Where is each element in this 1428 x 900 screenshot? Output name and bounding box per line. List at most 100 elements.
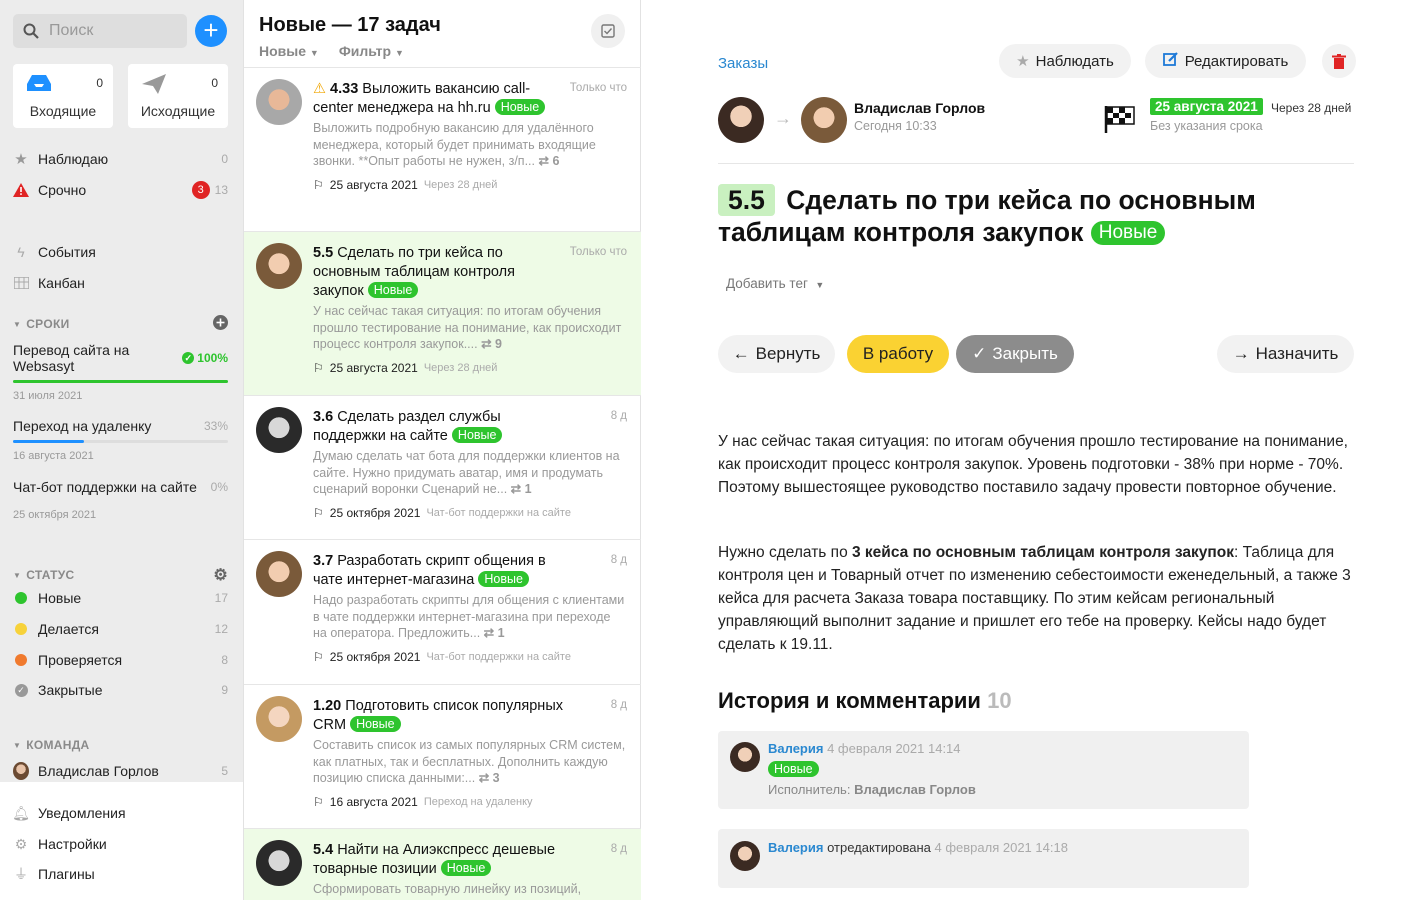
project-progress bbox=[13, 380, 228, 383]
assigned-time: Сегодня 10:33 bbox=[854, 119, 937, 133]
task-due-date: 25 августа 2021 bbox=[329, 360, 418, 375]
project-item[interactable]: Чат-бот поддержки на сайте 0% 25 октября … bbox=[13, 479, 228, 521]
add-circle-icon[interactable] bbox=[213, 315, 228, 333]
due-in: Через 28 дней bbox=[1271, 101, 1352, 115]
chevron-down-icon: ▼ bbox=[394, 48, 404, 58]
checkbox-icon bbox=[601, 24, 615, 38]
task-title: 5.4 Найти на Алиэкспресс дешевые товарны… bbox=[313, 841, 627, 879]
select-all-button[interactable] bbox=[591, 14, 625, 48]
add-task-button[interactable]: + bbox=[195, 15, 227, 47]
finish-flag-icon bbox=[1104, 104, 1136, 139]
task-number: 5.4 bbox=[313, 842, 334, 858]
status-item-doing[interactable]: Делается 12 bbox=[13, 618, 228, 640]
task-description-text: Сформировать товарную линейку из позиций… bbox=[313, 882, 582, 896]
status-label: Проверяется bbox=[38, 652, 123, 668]
team-header[interactable]: ▼ КОМАНДА bbox=[13, 738, 228, 752]
delete-button[interactable] bbox=[1322, 44, 1356, 78]
assignee-name[interactable]: Владислав Горлов bbox=[854, 100, 985, 116]
inbox-box[interactable]: 0 Входящие bbox=[13, 64, 113, 128]
collapse-triangle-icon: ▼ bbox=[13, 319, 22, 329]
collapse-triangle-icon: ▼ bbox=[13, 570, 22, 580]
assign-button[interactable]: → Назначить bbox=[1217, 335, 1354, 373]
task-item[interactable]: 8 д 3.7 Разработать скрипт общения в чате… bbox=[244, 539, 641, 684]
avatar bbox=[256, 551, 302, 597]
search-icon bbox=[23, 23, 39, 39]
breadcrumb[interactable]: Заказы bbox=[718, 55, 768, 72]
task-item[interactable]: Только что 5.5 Сделать по три кейса по ос… bbox=[244, 231, 641, 395]
sidebar-item-urgent[interactable]: Срочно 3 13 bbox=[13, 179, 228, 201]
task-time: Только что bbox=[569, 82, 627, 94]
task-description: Сформировать товарную линейку из позиций… bbox=[313, 881, 627, 898]
watch-button[interactable]: ★ Наблюдать bbox=[999, 44, 1131, 78]
add-tag-dropdown[interactable]: Добавить тег ▼ bbox=[726, 276, 824, 291]
status-item-new[interactable]: Новые 17 bbox=[13, 587, 228, 609]
warning-icon bbox=[13, 183, 29, 197]
deadlines-header[interactable]: ▼ СРОКИ bbox=[13, 315, 228, 333]
project-date: 25 октября 2021 bbox=[13, 509, 97, 521]
history-title-text: История и комментарии bbox=[718, 688, 981, 713]
assign-label: Назначить bbox=[1255, 344, 1339, 363]
sidebar-item-settings[interactable]: ⚙ Настройки bbox=[13, 833, 228, 855]
sidebar-item-watch[interactable]: ★ Наблюдаю 0 bbox=[13, 148, 228, 170]
sidebar-item-plugins[interactable]: ⏚ Плагины bbox=[13, 863, 228, 885]
task-item[interactable]: Только что ⚠ 4.33 Выложить вакансию call-… bbox=[244, 67, 641, 231]
task-number: 4.33 bbox=[330, 81, 359, 97]
comment-author[interactable]: Валерия bbox=[768, 741, 823, 756]
close-button[interactable]: ✓ Закрыть bbox=[956, 335, 1074, 373]
task-description: У нас сейчас такая ситуация: по итогам о… bbox=[313, 303, 627, 353]
comment: Валерия отредактирована 4 февраля 2021 1… bbox=[718, 829, 1249, 888]
due-date-badge[interactable]: 25 августа 2021 bbox=[1150, 98, 1263, 115]
edit-button[interactable]: Редактировать bbox=[1145, 44, 1306, 78]
inbox-icon bbox=[27, 75, 51, 91]
start-work-button[interactable]: В работу bbox=[847, 335, 949, 373]
urgent-badge: 3 bbox=[191, 181, 210, 199]
star-icon: ★ bbox=[14, 151, 28, 168]
kanban-icon bbox=[13, 277, 29, 289]
comment-field-label: Исполнитель: bbox=[768, 782, 851, 797]
task-title: 3.7 Разработать скрипт общения в чате ин… bbox=[313, 552, 627, 590]
sidebar: Поиск + 0 Входящие 0 Исходящие ★ Наблюда… bbox=[0, 0, 243, 900]
comment-time: 4 февраля 2021 14:14 bbox=[827, 741, 961, 756]
gear-icon[interactable]: ⚙ bbox=[213, 565, 228, 585]
task-item[interactable]: 8 д 1.20 Подготовить список популярных CR… bbox=[244, 684, 641, 828]
sidebar-item-notifications[interactable]: 🔔︎ Уведомления bbox=[12, 802, 228, 824]
sidebar-item-events[interactable]: ϟ События bbox=[13, 241, 228, 263]
status-filter[interactable]: Новые ▼ bbox=[259, 43, 319, 59]
gear-icon: ⚙ bbox=[14, 835, 28, 852]
filter-dropdown[interactable]: Фильтр ▼ bbox=[339, 43, 404, 59]
task-due-date: 16 августа 2021 bbox=[329, 794, 418, 809]
flag-icon: ⚐ bbox=[313, 360, 324, 375]
team-member[interactable]: Владислав Горлов 5 bbox=[13, 760, 228, 782]
task-item[interactable]: 8 д 3.6 Сделать раздел службы поддержки н… bbox=[244, 395, 641, 539]
status-item-closed[interactable]: ✓ Закрытые 9 bbox=[13, 679, 228, 701]
edit-icon bbox=[1162, 51, 1179, 71]
urgent-label: Срочно bbox=[38, 182, 87, 198]
task-footer: ⚐ 16 августа 2021 Переход на удаленку bbox=[313, 795, 627, 809]
status-header[interactable]: ▼ СТАТУС ⚙ bbox=[13, 565, 228, 585]
comment-time: 4 февраля 2021 14:18 bbox=[934, 840, 1068, 855]
lightning-icon: ϟ bbox=[17, 244, 25, 260]
return-button[interactable]: ← Вернуть bbox=[718, 335, 835, 373]
sidebar-item-kanban[interactable]: Канбан bbox=[13, 272, 228, 294]
task-title: 5.5 Сделать по три кейса по основным таб… bbox=[718, 184, 1338, 248]
status-dot bbox=[15, 654, 27, 666]
add-tag-label: Добавить тег bbox=[726, 276, 808, 291]
task-description-paragraph: У нас сейчас такая ситуация: по итогам о… bbox=[718, 433, 1348, 496]
check-icon: ✓ bbox=[972, 344, 987, 363]
task-item[interactable]: 8 д 5.4 Найти на Алиэкспресс дешевые това… bbox=[244, 828, 641, 900]
status-item-review[interactable]: Проверяется 8 bbox=[13, 649, 228, 671]
project-date: 31 июля 2021 bbox=[13, 390, 83, 402]
project-item[interactable]: Перевод сайта на Websasyt ✓ 100% 31 июля 2… bbox=[13, 342, 228, 402]
subtask-count: 6 bbox=[552, 154, 560, 168]
search-input[interactable]: Поиск bbox=[13, 14, 187, 48]
no-deadline: Без указания срока bbox=[1150, 119, 1263, 133]
project-item[interactable]: Переход на удаленку 33% 16 августа 2021 bbox=[13, 418, 228, 462]
urgent-count: 13 bbox=[214, 183, 228, 197]
subtasks-icon: ⇄ bbox=[510, 482, 522, 496]
task-number: 3.6 bbox=[313, 409, 334, 425]
task-project: Чат-бот поддержки на сайте bbox=[426, 506, 571, 519]
arrow-right-icon: → bbox=[774, 108, 792, 128]
comment-author[interactable]: Валерия bbox=[768, 840, 823, 855]
outbox-box[interactable]: 0 Исходящие bbox=[128, 64, 228, 128]
avatar bbox=[256, 840, 302, 886]
